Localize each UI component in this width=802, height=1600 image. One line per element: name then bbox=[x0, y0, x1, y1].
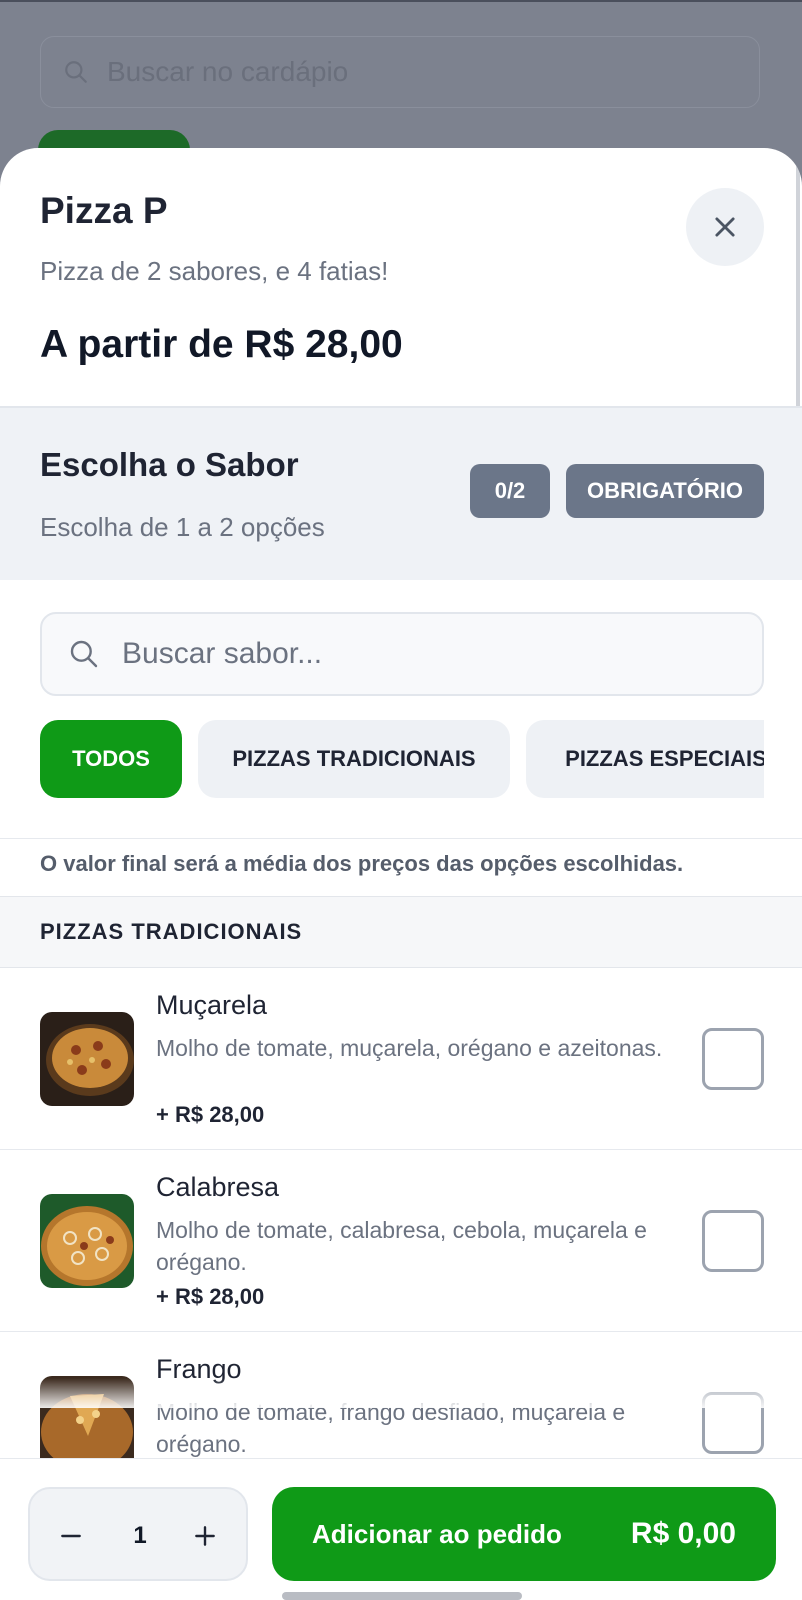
flavor-checkbox[interactable] bbox=[702, 1028, 764, 1090]
pizza-image bbox=[40, 1012, 134, 1106]
close-icon bbox=[715, 217, 735, 237]
background-search-placeholder: Buscar no cardápio bbox=[107, 56, 349, 87]
modal-header: Pizza P Pizza de 2 sabores, e 4 fatias! … bbox=[0, 148, 802, 406]
search-icon bbox=[65, 61, 87, 83]
search-icon bbox=[70, 640, 98, 668]
flavor-description: Molho de tomate, muçarela, orégano e aze… bbox=[156, 1035, 663, 1061]
order-footer: 1 Adicionar ao pedido R$ 0,00 bbox=[0, 1458, 802, 1600]
flavor-name: Calabresa bbox=[156, 1172, 280, 1202]
product-price-from: A partir de R$ 28,00 bbox=[40, 323, 403, 366]
section-subtitle: Escolha de 1 a 2 opções bbox=[40, 512, 325, 542]
product-subtitle: Pizza de 2 sabores, e 4 fatias! bbox=[40, 256, 389, 286]
chip-pizzas-tradicionais[interactable]: PIZZAS TRADICIONAIS bbox=[198, 720, 510, 798]
minus-icon bbox=[61, 1534, 81, 1538]
product-title: Pizza P bbox=[40, 190, 168, 231]
flavor-search-input[interactable] bbox=[122, 637, 722, 671]
product-modal: Pizza P Pizza de 2 sabores, e 4 fatias! … bbox=[0, 148, 802, 1600]
flavor-price: + R$ 28,00 bbox=[156, 1284, 265, 1309]
flavor-search-field[interactable] bbox=[40, 612, 764, 696]
quantity-stepper: 1 bbox=[28, 1487, 248, 1581]
add-to-order-label: Adicionar ao pedido bbox=[312, 1518, 562, 1549]
order-total: R$ 0,00 bbox=[630, 1517, 736, 1550]
chip-todos[interactable]: TODOS bbox=[40, 720, 182, 798]
price-note: O valor final será a média dos preços da… bbox=[0, 838, 802, 896]
background-topline bbox=[0, 0, 802, 2]
decrease-quantity-button[interactable] bbox=[36, 1489, 106, 1583]
flavor-description: Molho de tomate, calabresa, cebola, muça… bbox=[156, 1217, 647, 1275]
flavor-item[interactable]: Muçarela Molho de tomate, muçarela, orég… bbox=[0, 968, 802, 1150]
group-header: PIZZAS TRADICIONAIS bbox=[0, 896, 802, 968]
list-fade bbox=[0, 1378, 802, 1408]
chip-pizzas-especiais[interactable]: PIZZAS ESPECIAIS bbox=[526, 720, 764, 798]
add-to-order-button[interactable]: Adicionar ao pedido R$ 0,00 bbox=[272, 1487, 776, 1581]
close-button[interactable] bbox=[686, 188, 764, 266]
pizza-image bbox=[40, 1194, 134, 1288]
background-search: Buscar no cardápio bbox=[40, 36, 760, 108]
flavor-section-header: Escolha o Sabor Escolha de 1 a 2 opções … bbox=[0, 406, 802, 580]
required-badge: OBRIGATÓRIO bbox=[566, 464, 764, 518]
flavor-price: + R$ 28,00 bbox=[156, 1102, 265, 1127]
flavor-item[interactable]: Calabresa Molho de tomate, calabresa, ce… bbox=[0, 1150, 802, 1332]
flavor-name: Muçarela bbox=[156, 990, 268, 1020]
plus-icon bbox=[195, 1526, 215, 1546]
section-title: Escolha o Sabor bbox=[40, 446, 299, 483]
selection-count-badge: 0/2 bbox=[470, 464, 550, 518]
flavor-checkbox[interactable] bbox=[702, 1210, 764, 1272]
increase-quantity-button[interactable] bbox=[170, 1489, 240, 1583]
quantity-value: 1 bbox=[133, 1522, 147, 1549]
category-chips: TODOS PIZZAS TRADICIONAIS PIZZAS ESPECIA… bbox=[40, 720, 764, 804]
home-indicator bbox=[282, 1592, 522, 1600]
